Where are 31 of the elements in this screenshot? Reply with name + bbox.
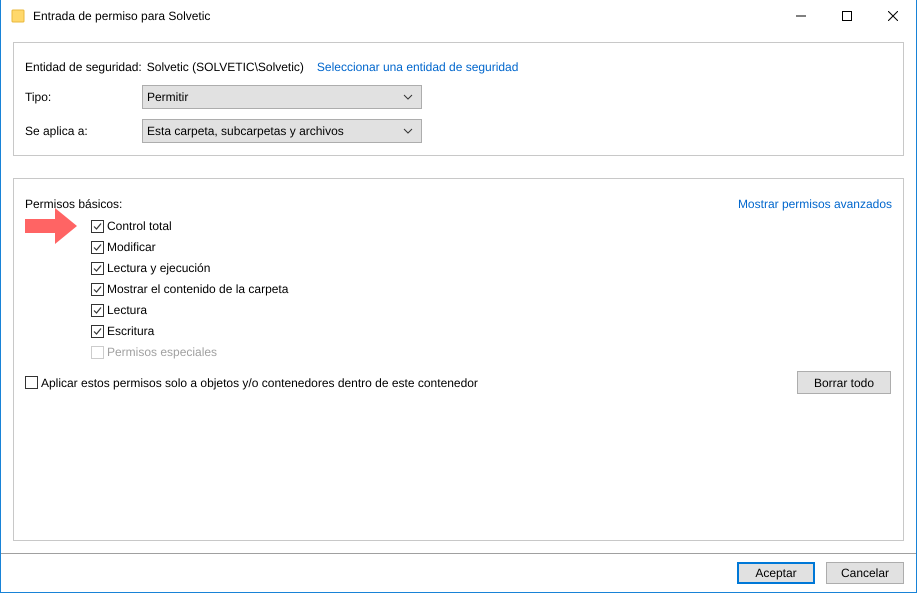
folder-icon <box>11 9 25 23</box>
chevron-down-icon <box>403 94 413 100</box>
checkbox[interactable] <box>91 240 104 254</box>
clear-all-button[interactable]: Borrar todo <box>797 371 891 394</box>
checkbox[interactable] <box>91 262 104 274</box>
field-label: Se aplica a: <box>25 123 89 140</box>
dropdown[interactable]: Esta carpeta, subcarpetas y archivos <box>142 119 422 143</box>
dialog-button[interactable]: Cancelar <box>826 562 904 584</box>
advanced-permissions-link[interactable]: Mostrar permisos avanzados <box>738 195 892 213</box>
dropdown[interactable]: Permitir <box>142 85 422 109</box>
checkbox[interactable] <box>91 220 104 232</box>
checkbox-label: Permisos especiales <box>107 344 218 361</box>
checkbox-label: Aplicar estos permisos solo a objetos y/o contenedores dentro de este contenedor <box>41 374 478 392</box>
checkbox-label: Control total <box>107 218 172 235</box>
checkbox[interactable] <box>91 282 104 296</box>
checkbox-label: Mostrar el contenido de la carpeta <box>107 281 288 298</box>
checkbox[interactable] <box>91 324 104 338</box>
checkbox-label: Lectura y ejecución <box>107 260 210 277</box>
field-label: Tipo: <box>25 89 52 106</box>
dialog-button[interactable]: Aceptar <box>737 562 815 584</box>
principal-name: Solvetic (SOLVETIC\Solvetic) <box>146 59 304 76</box>
field-label: Entidad de seguridad: <box>25 59 142 76</box>
checkbox-label: Escritura <box>107 323 154 340</box>
chevron-down-icon <box>403 128 413 134</box>
checkbox[interactable] <box>91 304 104 316</box>
window-title: Entrada de permiso para Solvetic <box>33 8 210 25</box>
checkbox-label: Lectura <box>107 302 148 319</box>
checkbox-label: Modificar <box>107 239 156 256</box>
checkbox[interactable] <box>25 376 38 389</box>
select-principal-link[interactable]: Seleccionar una entidad de seguridad <box>316 58 518 76</box>
section-title: Permisos básicos: <box>25 196 122 213</box>
